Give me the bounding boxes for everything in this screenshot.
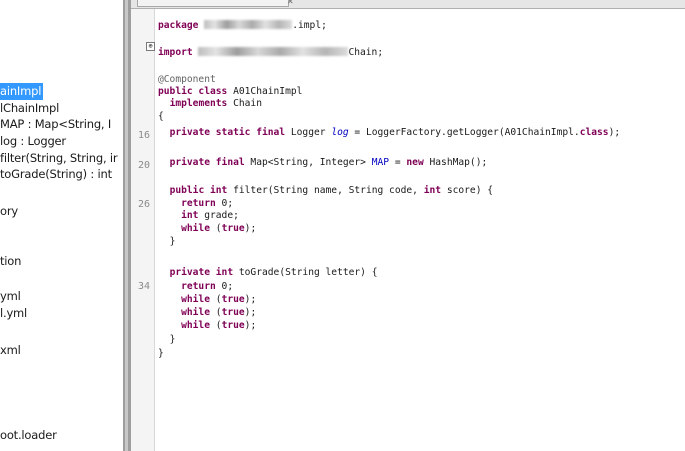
keyword: int — [181, 210, 199, 221]
code-text: ); — [244, 294, 257, 305]
line-number: 16 — [137, 130, 150, 141]
annotation: @Component — [158, 74, 216, 85]
code-text: ); — [244, 223, 257, 234]
tree-item-method-tograde[interactable]: toGrade(String) : int — [0, 166, 112, 183]
keyword: import — [158, 47, 193, 58]
code-editor[interactable]: package .impl; import Chain; @Component … — [156, 9, 681, 451]
code-line-return: return 0; — [158, 198, 233, 209]
code-line-while: while (true); — [158, 307, 256, 318]
tree-item-application[interactable]: tion — [0, 253, 21, 270]
code-line-import: import Chain; — [158, 47, 383, 58]
tree-item-boot-loader[interactable]: oot.loader — [0, 427, 57, 444]
keyword: public int — [169, 185, 228, 196]
keyword: private final — [169, 157, 245, 168]
keyword: private int — [169, 267, 234, 278]
field-name: log — [331, 127, 349, 138]
code-text: = — [389, 157, 407, 168]
code-text: Map<String, Integer> — [244, 157, 372, 168]
code-line-annotation: @Component — [158, 74, 216, 85]
tree-item-class-selected[interactable]: ainImpl — [0, 83, 44, 100]
code-line-open-brace: { — [158, 111, 164, 122]
code-text: grade; — [198, 210, 239, 221]
code-text: toGrade(String letter) { — [233, 267, 378, 278]
code-line-return: return 0; — [158, 281, 233, 292]
tree-item-yml-2[interactable]: l.yml — [0, 305, 27, 322]
code-text: = LoggerFactory.getLogger(A01ChainImpl. — [348, 127, 580, 138]
project-explorer-panel: ainImpl lChainImpl MAP : Map<String, I l… — [0, 0, 123, 451]
keyword: implements — [169, 98, 228, 109]
code-text: 0; — [215, 281, 234, 292]
code-line-close-brace: } — [158, 236, 176, 247]
code-text: ); — [608, 127, 621, 138]
keyword: return — [181, 281, 216, 292]
line-number-gutter: 16 20 26 34 — [131, 9, 155, 451]
keyword: true — [221, 320, 245, 331]
keyword: package — [158, 20, 199, 31]
keyword: true — [221, 223, 245, 234]
close-icon[interactable]: ✕ — [287, 0, 294, 6]
code-text: ); — [244, 320, 257, 331]
keyword: class — [579, 127, 609, 138]
code-text: } — [158, 348, 164, 359]
code-text: Chain; — [348, 47, 384, 58]
code-text: } — [169, 236, 176, 247]
code-line-close-brace: } — [158, 334, 176, 345]
code-line-logger: private static final Logger log = Logger… — [158, 127, 621, 138]
line-number: 20 — [137, 160, 150, 171]
line-number: 34 — [137, 281, 150, 292]
keyword: while — [181, 307, 210, 318]
code-text: filter(String name, String code, — [227, 185, 424, 196]
tree-item-yml[interactable]: yml — [0, 288, 21, 305]
keyword: public class — [158, 86, 228, 97]
code-line-while: while (true); — [158, 294, 256, 305]
code-text: ( — [210, 294, 222, 305]
keyword: while — [181, 223, 210, 234]
code-text: .impl; — [292, 20, 327, 31]
tree-item-field-log[interactable]: log : Logger — [0, 133, 66, 150]
tree-item-xml[interactable]: xml — [0, 342, 21, 359]
keyword: while — [181, 320, 210, 331]
code-line-while: while (true); — [158, 223, 256, 234]
code-line-grade: int grade; — [158, 210, 239, 221]
expand-fold-icon[interactable]: ⊕ — [146, 42, 155, 51]
code-line-implements: implements Chain — [158, 98, 262, 109]
code-text: score) { — [441, 185, 494, 196]
code-text: Logger — [285, 127, 332, 138]
editor-tab[interactable] — [137, 0, 289, 7]
code-text: Chain — [227, 98, 262, 109]
code-text: { — [158, 111, 164, 122]
tree-item-factory[interactable]: ory — [0, 203, 18, 220]
keyword: private static final — [169, 127, 286, 138]
code-line-while: while (true); — [158, 320, 256, 331]
code-line-class: public class A01ChainImpl — [158, 86, 302, 97]
code-line-package: package .impl; — [158, 20, 327, 31]
code-line-tograde: private int toGrade(String letter) { — [158, 267, 378, 278]
keyword: int — [423, 185, 442, 196]
tree-item-method-filter[interactable]: filter(String, String, ir — [0, 150, 118, 167]
redacted-text — [198, 47, 349, 56]
tree-item-class[interactable]: lChainImpl — [0, 100, 59, 117]
keyword: new — [406, 157, 424, 168]
panel-splitter[interactable] — [123, 0, 131, 451]
keyword: true — [221, 294, 245, 305]
editor-tab-bar: ✕ — [131, 0, 685, 9]
keyword: return — [181, 198, 216, 209]
keyword: true — [221, 307, 245, 318]
code-line-class-close: } — [158, 348, 164, 359]
code-text: A01ChainImpl — [227, 86, 303, 97]
code-text: 0; — [215, 198, 234, 209]
code-text: } — [169, 334, 176, 345]
tree-item-field-map[interactable]: MAP : Map<String, I — [0, 116, 111, 133]
field-name: MAP — [371, 157, 390, 168]
code-line-filter: public int filter(String name, String co… — [158, 185, 493, 196]
code-text: ( — [210, 320, 222, 331]
code-text: HashMap(); — [423, 157, 488, 168]
redacted-text — [204, 20, 293, 29]
keyword: while — [181, 294, 210, 305]
code-text: ( — [210, 223, 222, 234]
code-text: ( — [210, 307, 222, 318]
code-text: ); — [244, 307, 257, 318]
line-number: 26 — [137, 199, 150, 210]
code-line-map: private final Map<String, Integer> MAP =… — [158, 157, 488, 168]
